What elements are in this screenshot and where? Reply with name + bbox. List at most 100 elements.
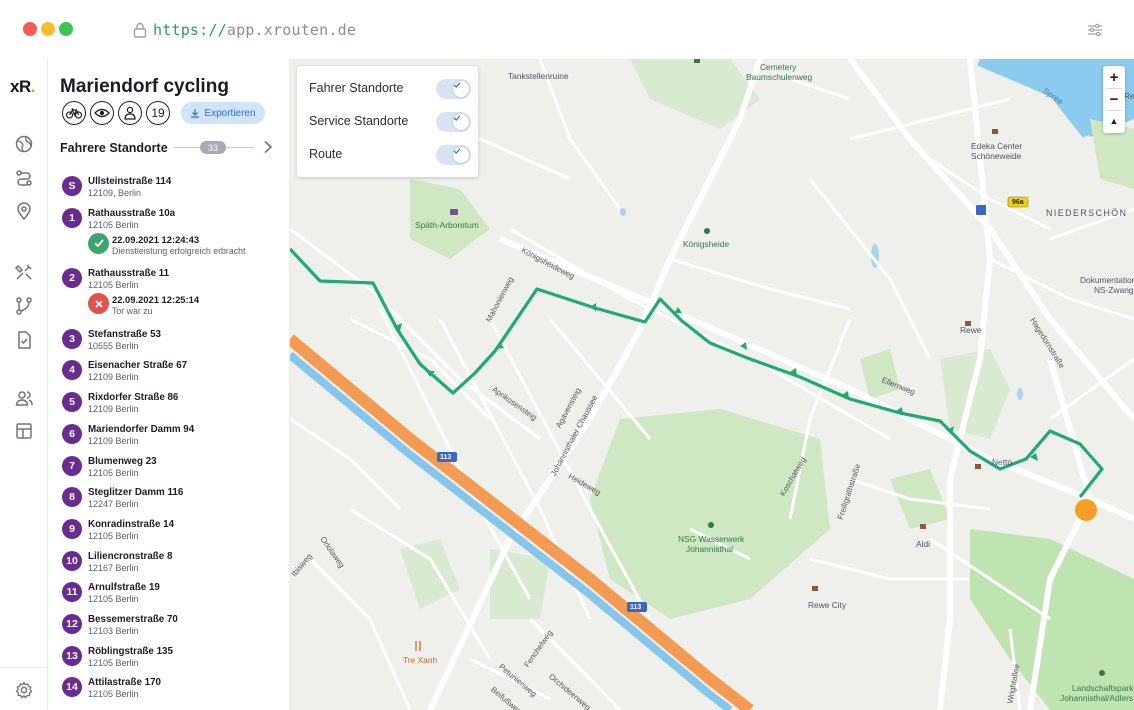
graph-icon[interactable] xyxy=(14,296,34,316)
stop-city: 12167 Berlin xyxy=(88,562,139,573)
stop-number-badge: S xyxy=(62,176,82,196)
stop-number-badge: 5 xyxy=(62,392,82,413)
stop-status: 22.09.2021 12:24:43 Dienstleistung erfolg… xyxy=(88,232,278,257)
stop-street: Arnulfstraße 19 xyxy=(88,582,160,594)
place-label: Edeka Center xyxy=(971,141,1023,151)
compass-reset-button[interactable]: ▲ xyxy=(1103,110,1125,132)
bicycle-icon xyxy=(66,108,82,119)
stop-number-badge: 8 xyxy=(62,487,82,508)
place-label: Aldi xyxy=(916,539,930,549)
section-count-badge: 33 xyxy=(200,141,226,154)
bicycle-pill[interactable] xyxy=(62,101,86,125)
stop-status: 22.09.2021 12:25:14 Tor war zu xyxy=(88,293,278,317)
layer-toggle-panel: Fahrer Standorte Service Standorte Route xyxy=(297,66,478,177)
settings-gear-icon[interactable] xyxy=(14,680,34,700)
fahrer-standorte-toggle[interactable] xyxy=(436,79,471,99)
stop-number-badge: 4 xyxy=(62,360,82,381)
stop-street: Rathausstraße 10a xyxy=(88,207,176,219)
logo-text: xR xyxy=(10,77,31,96)
chevron-right-icon[interactable] xyxy=(262,140,274,154)
stop-city: 12105 Berlin xyxy=(88,219,139,230)
stop-street: Mariendorfer Damm 94 xyxy=(88,423,195,435)
place-label: Cemetery xyxy=(760,62,797,72)
service-standorte-toggle[interactable] xyxy=(436,112,471,132)
status-timestamp: 22.09.2021 12:25:14 xyxy=(112,294,200,306)
check-icon xyxy=(453,82,461,88)
address-bar[interactable]: https://app.xrouten.de xyxy=(133,19,356,41)
table-icon[interactable] xyxy=(14,421,34,441)
place-label: Rewe City xyxy=(808,600,847,610)
status-message: Dienstleistung erfolgreich erbracht xyxy=(112,245,246,256)
road-shield-113-b: 113 xyxy=(630,604,642,611)
url-host: app.xrouten.de xyxy=(226,21,357,39)
stop-number-badge: 9 xyxy=(62,518,82,539)
district-label: NIEDERSCHÖN xyxy=(1046,208,1128,218)
stop-street: Attilastraße 170 xyxy=(88,677,161,689)
map-zoom-controls: + − ▲ xyxy=(1103,66,1125,133)
stop-city: 12109 Berlin xyxy=(88,372,139,383)
stop-street: Liliencronstraße 8 xyxy=(88,550,173,562)
stop-street: Röblingstraße 135 xyxy=(88,645,173,657)
place-label: Johannisthal/Adlers xyxy=(1060,693,1134,703)
layer-label: Fahrer Standorte xyxy=(309,81,404,95)
place-label: Re xyxy=(1124,91,1134,101)
stop-city: 12109 Berlin xyxy=(88,404,139,415)
location-pin-icon[interactable] xyxy=(14,201,34,221)
close-window-button[interactable] xyxy=(23,22,37,36)
stop-street: Konradinstraße 14 xyxy=(88,518,175,530)
stop-count-pill[interactable]: 19 xyxy=(146,101,170,125)
stop-city: 12105 Berlin xyxy=(88,689,139,700)
layer-label: Service Standorte xyxy=(309,114,409,128)
rail-footer xyxy=(0,667,48,710)
minimize-window-button[interactable] xyxy=(41,22,55,36)
place-label: NSG Wasserwerk xyxy=(678,534,745,544)
stop-number-badge: 14 xyxy=(62,677,82,698)
check-icon xyxy=(453,115,461,121)
stop-city: 12105 Berlin xyxy=(88,280,139,291)
stop-street: Steglitzer Damm 116 xyxy=(88,487,184,499)
failure-x-icon xyxy=(88,293,109,315)
park-area xyxy=(400,539,460,609)
stop-street: Eisenacher Straße 67 xyxy=(88,360,188,372)
pond xyxy=(620,208,626,216)
stop-city: 12247 Berlin xyxy=(88,499,139,510)
stop-street: Ullsteinstraße 114 xyxy=(88,176,172,187)
stop-street: Stefanstraße 53 xyxy=(88,328,161,340)
document-check-icon[interactable] xyxy=(14,330,34,350)
status-timestamp: 22.09.2021 12:24:43 xyxy=(112,233,200,245)
route-attributes: 19 xyxy=(62,101,170,125)
place-label: NS-Zwang xyxy=(1094,285,1134,295)
download-icon xyxy=(191,109,200,118)
export-button[interactable]: Exportieren xyxy=(181,102,265,124)
visibility-pill[interactable] xyxy=(90,101,114,125)
driver-pill[interactable] xyxy=(118,101,142,125)
export-label: Exportieren xyxy=(204,107,256,119)
lock-icon xyxy=(133,22,147,38)
section-title: Fahrere Standorte xyxy=(60,141,168,155)
place-label: Tankstellenruine xyxy=(508,71,569,81)
route-icon[interactable] xyxy=(14,168,34,188)
stop-number-badge: 7 xyxy=(62,455,82,476)
globe-icon[interactable] xyxy=(14,134,34,154)
stop-number-badge: 3 xyxy=(62,328,82,349)
zoom-in-button[interactable]: + xyxy=(1103,66,1125,88)
map-view[interactable]: 113 113 96a Tankstellenruine Cemetery Ba… xyxy=(290,59,1134,710)
place-label: Rewe xyxy=(960,325,982,335)
stop-street: Bessemerstraße 70 xyxy=(88,614,178,625)
place-label: Schöneweide xyxy=(971,151,1022,161)
stop-number-badge: 2 xyxy=(62,268,82,289)
users-icon[interactable] xyxy=(14,388,34,408)
stop-street: Rixdorfer Straße 86 xyxy=(88,392,179,404)
app-logo[interactable]: xR. xyxy=(10,77,35,97)
stop-street: Blumenweg 23 xyxy=(88,455,157,467)
maximize-window-button[interactable] xyxy=(59,22,73,36)
zoom-out-button[interactable]: − xyxy=(1103,88,1125,110)
place-label: Tre Xanh xyxy=(403,655,438,665)
stop-city: 10555 Berlin xyxy=(88,340,139,351)
tools-icon[interactable] xyxy=(14,262,34,282)
url-scheme: https:// xyxy=(153,21,227,39)
sliders-icon[interactable] xyxy=(1086,21,1104,39)
route-toggle[interactable] xyxy=(436,145,471,165)
eye-icon xyxy=(94,108,110,118)
park-area xyxy=(860,349,900,399)
